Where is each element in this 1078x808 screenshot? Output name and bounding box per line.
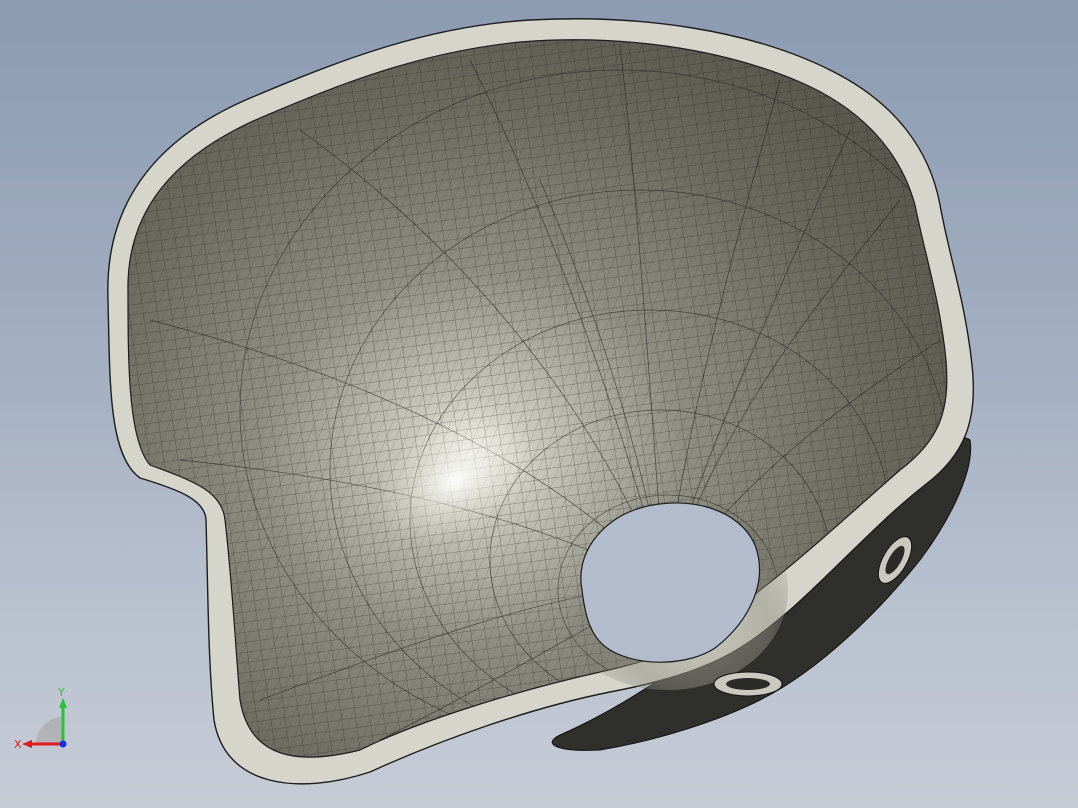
shell-model[interactable]	[0, 0, 1078, 808]
triad-quadrant	[36, 717, 63, 744]
axis-triad: Y X	[14, 686, 67, 751]
x-axis-label: X	[14, 738, 22, 751]
y-axis-label: Y	[57, 686, 65, 699]
z-axis-dot	[59, 740, 67, 748]
y-axis-arrow-icon	[59, 698, 67, 708]
3d-viewport[interactable]: Y X	[0, 0, 1078, 808]
x-axis-arrow-icon	[22, 740, 32, 748]
